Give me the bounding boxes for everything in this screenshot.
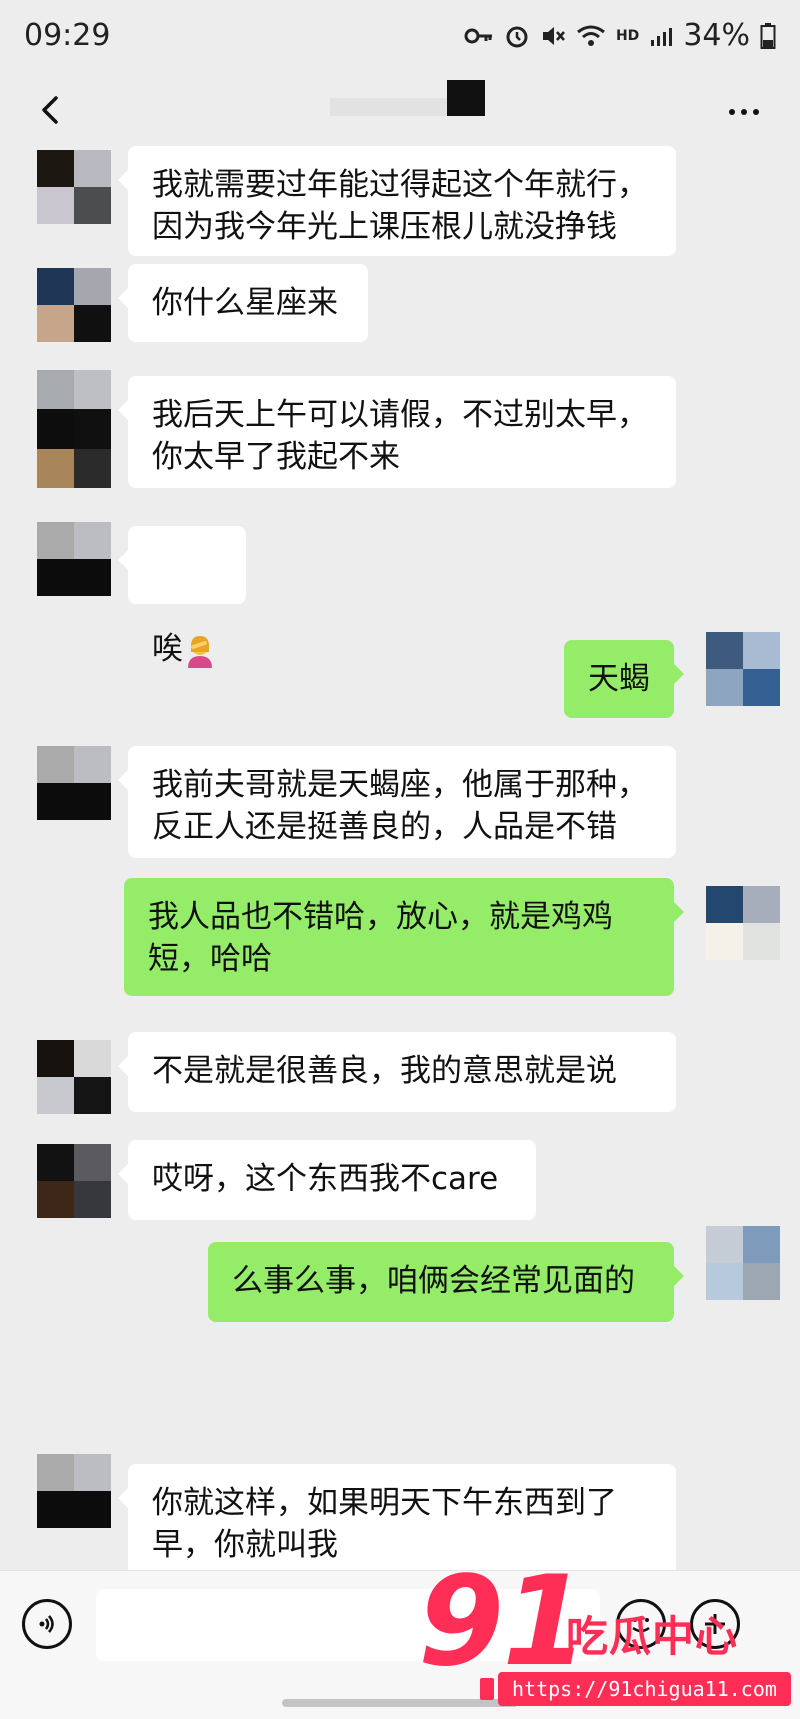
message-text: 唉 bbox=[152, 631, 183, 667]
gesture-bar[interactable] bbox=[282, 1699, 518, 1707]
network-label: HD bbox=[615, 27, 640, 44]
voice-button[interactable] bbox=[22, 1599, 72, 1649]
key-icon bbox=[464, 21, 494, 51]
more-dots-icon bbox=[729, 109, 735, 115]
wifi-icon bbox=[576, 21, 606, 51]
message-bubble[interactable]: 我前夫哥就是天蝎座，他属于那种， 反正人还是挺善良的，人品是不错 bbox=[118, 746, 676, 858]
more-button[interactable] bbox=[722, 90, 766, 134]
avatar[interactable] bbox=[37, 268, 111, 342]
chat-header bbox=[0, 72, 800, 150]
battery-icon bbox=[760, 21, 776, 51]
mute-icon bbox=[540, 21, 566, 51]
message-bubble[interactable]: 你什么星座来 bbox=[118, 264, 368, 342]
plus-icon bbox=[705, 1614, 725, 1634]
avatar[interactable] bbox=[37, 1144, 111, 1218]
message-bubble[interactable]: 天蝎 bbox=[564, 640, 684, 718]
avatar[interactable] bbox=[37, 746, 111, 820]
avatar[interactable] bbox=[37, 1454, 111, 1528]
avatar[interactable] bbox=[37, 522, 111, 596]
status-bar: 09:29 HD 34% bbox=[0, 0, 800, 72]
message-bubble[interactable]: 么事么事，咱俩会经常见面的 bbox=[208, 1242, 684, 1322]
voice-icon bbox=[39, 1615, 54, 1633]
message-bubble[interactable]: 唉 bbox=[118, 526, 246, 668]
message-bubble[interactable]: 你就这样，如果明天下午东西到了 早，你就叫我 bbox=[118, 1464, 676, 1578]
message-input[interactable] bbox=[96, 1589, 600, 1661]
woman-facepalming-icon bbox=[188, 635, 212, 668]
emoji-button[interactable] bbox=[616, 1599, 666, 1649]
alarm-icon bbox=[504, 21, 530, 51]
chat-area[interactable]: 我就需要过年能过得起这个年就行， 因为我今年光上课压根儿就没挣钱 你什么星座来 … bbox=[0, 146, 800, 1578]
input-bar bbox=[0, 1570, 800, 1719]
message-bubble[interactable]: 不是就是很善良，我的意思就是说 bbox=[118, 1032, 676, 1112]
status-time: 09:29 bbox=[24, 18, 111, 53]
chevron-left-icon bbox=[42, 96, 58, 124]
avatar[interactable] bbox=[706, 886, 780, 960]
avatar[interactable] bbox=[706, 1226, 780, 1300]
battery-percent: 34% bbox=[683, 18, 750, 53]
message-bubble[interactable]: 我人品也不错哈，放心，就是鸡鸡 短，哈哈 bbox=[124, 878, 684, 996]
emoji-icon bbox=[632, 1618, 650, 1633]
message-bubble[interactable]: 我后天上午可以请假，不过别太早， 你太早了我起不来 bbox=[118, 376, 676, 488]
message-bubble[interactable]: 哎呀，这个东西我不care bbox=[118, 1140, 536, 1220]
avatar[interactable] bbox=[37, 370, 111, 488]
avatar[interactable] bbox=[37, 1040, 111, 1114]
signal-icon bbox=[649, 21, 673, 51]
message-bubble[interactable]: 我就需要过年能过得起这个年就行， 因为我今年光上课压根儿就没挣钱 bbox=[118, 146, 676, 256]
add-button[interactable] bbox=[690, 1599, 740, 1649]
chat-title bbox=[447, 80, 485, 116]
avatar[interactable] bbox=[706, 632, 780, 706]
status-icons: HD 34% bbox=[464, 18, 776, 53]
avatar[interactable] bbox=[37, 150, 111, 224]
back-button[interactable] bbox=[30, 88, 74, 132]
